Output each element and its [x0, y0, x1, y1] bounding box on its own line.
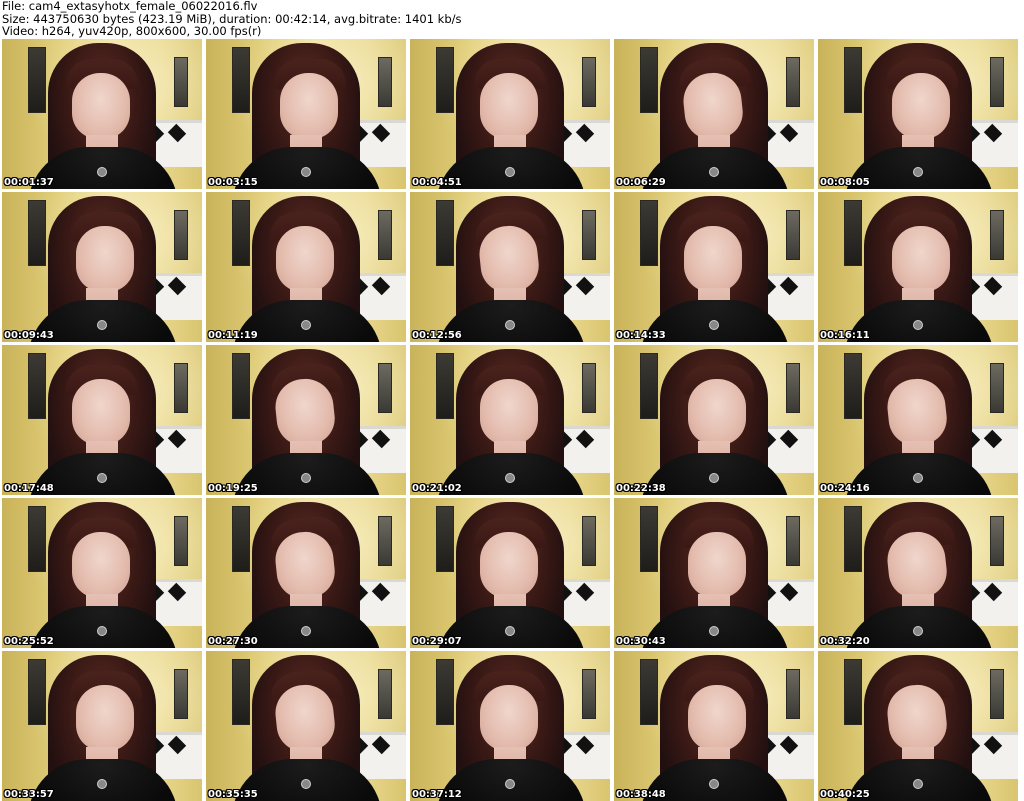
thumbnail: 00:16:11: [818, 192, 1018, 342]
thumbnail: 00:21:02: [410, 345, 610, 495]
thumbnail-timestamp: 00:06:29: [616, 177, 666, 188]
video-info-header: File: cam4_extasyhotx_female_06022016.fl…: [2, 0, 1022, 38]
thumbnail-timestamp: 00:30:43: [616, 636, 666, 647]
thumbnail-timestamp: 00:32:20: [820, 636, 870, 647]
thumbnail-timestamp: 00:35:35: [208, 789, 258, 800]
thumbnail: 00:35:35: [206, 651, 406, 801]
thumbnail: 00:30:43: [614, 498, 814, 648]
thumbnail-timestamp: 00:01:37: [4, 177, 54, 188]
thumbnail-timestamp: 00:21:02: [412, 483, 462, 494]
thumbnail-timestamp: 00:16:11: [820, 330, 870, 341]
thumbnail-timestamp: 00:08:05: [820, 177, 870, 188]
thumbnail-timestamp: 00:24:16: [820, 483, 870, 494]
thumbnail: 00:01:37: [2, 39, 202, 189]
thumbnail-timestamp: 00:38:48: [616, 789, 666, 800]
thumbnail: 00:11:19: [206, 192, 406, 342]
thumbnail-timestamp: 00:37:12: [412, 789, 462, 800]
thumbnail: 00:29:07: [410, 498, 610, 648]
thumbnail: 00:17:48: [2, 345, 202, 495]
thumbnail: 00:33:57: [2, 651, 202, 801]
thumbnail: 00:04:51: [410, 39, 610, 189]
thumbnail: 00:03:15: [206, 39, 406, 189]
thumbnail-timestamp: 00:12:56: [412, 330, 462, 341]
thumbnail: 00:32:20: [818, 498, 1018, 648]
thumbnail-timestamp: 00:17:48: [4, 483, 54, 494]
thumbnail: 00:22:38: [614, 345, 814, 495]
video-format-line: Video: h264, yuv420p, 800x600, 30.00 fps…: [2, 24, 262, 38]
thumbnail: 00:08:05: [818, 39, 1018, 189]
thumbnail-timestamp: 00:33:57: [4, 789, 54, 800]
thumbnail-timestamp: 00:25:52: [4, 636, 54, 647]
thumbnail: 00:12:56: [410, 192, 610, 342]
thumbnail-timestamp: 00:11:19: [208, 330, 258, 341]
thumbnail: 00:25:52: [2, 498, 202, 648]
thumbnail-timestamp: 00:03:15: [208, 177, 258, 188]
thumbnail: 00:24:16: [818, 345, 1018, 495]
thumbnail-timestamp: 00:27:30: [208, 636, 258, 647]
thumbnail-grid: 00:01:37 00:03:15 00:04:51 00:06:29 00:0…: [2, 39, 1018, 801]
thumbnail: 00:14:33: [614, 192, 814, 342]
file-name-line: File: cam4_extasyhotx_female_06022016.fl…: [2, 0, 258, 13]
thumbnail-timestamp: 00:22:38: [616, 483, 666, 494]
thumbnail-timestamp: 00:19:25: [208, 483, 258, 494]
thumbnail-timestamp: 00:09:43: [4, 330, 54, 341]
thumbnail-timestamp: 00:29:07: [412, 636, 462, 647]
thumbnail: 00:38:48: [614, 651, 814, 801]
thumbnail: 00:27:30: [206, 498, 406, 648]
thumbnail-timestamp: 00:14:33: [616, 330, 666, 341]
thumbnail: 00:40:25: [818, 651, 1018, 801]
thumbnail-timestamp: 00:04:51: [412, 177, 462, 188]
thumbnail: 00:06:29: [614, 39, 814, 189]
thumbnail-timestamp: 00:40:25: [820, 789, 870, 800]
thumbnail: 00:19:25: [206, 345, 406, 495]
thumbnail: 00:37:12: [410, 651, 610, 801]
thumbnail: 00:09:43: [2, 192, 202, 342]
